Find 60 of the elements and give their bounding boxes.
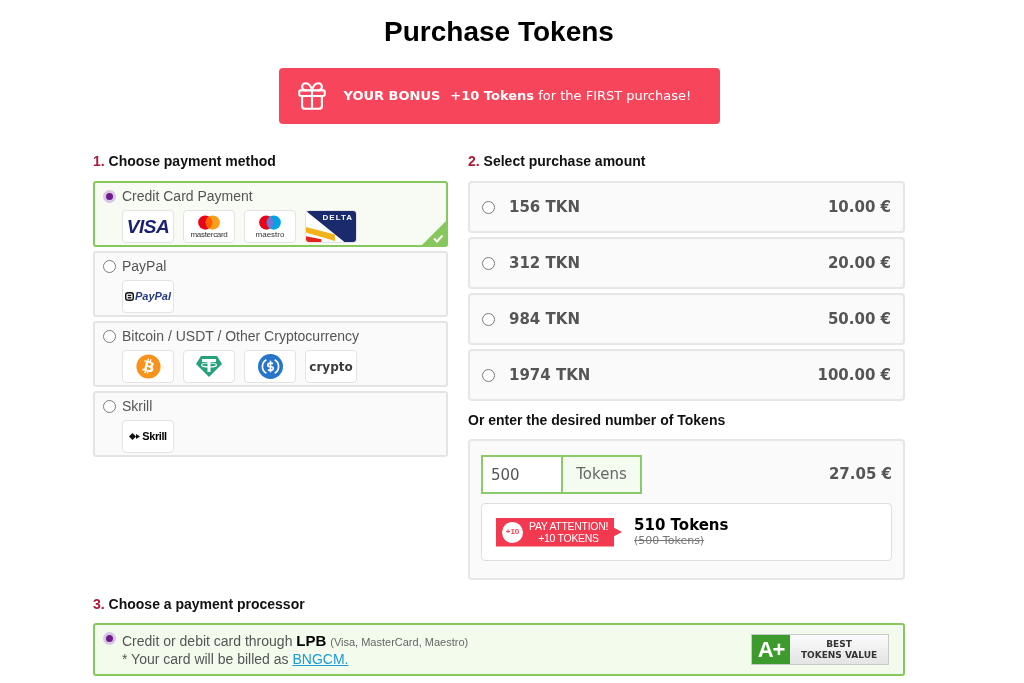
token-amount: 1974 TKN	[509, 364, 591, 386]
token-amount: 156 TKN	[509, 196, 580, 218]
price: 27.05 €	[828, 464, 892, 486]
option-label: Bitcoin / USDT / Other Cryptocurrency	[122, 327, 360, 345]
section-heading: 2. Select purchase amount	[468, 152, 647, 171]
billing-note: * Your card will be billed as BNGCM.	[122, 651, 350, 668]
price: 50.00 €	[827, 308, 891, 330]
payment-option[interactable]: Bitcoin / USDT / Other Cryptocurrency crypto	[93, 321, 448, 387]
radio-button[interactable]	[482, 200, 495, 214]
amount-option[interactable]: 1974 TKN 100.00 €	[468, 349, 905, 401]
radio-button[interactable]	[103, 632, 116, 645]
amount-option[interactable]: 156 TKN 10.00 €	[468, 181, 905, 233]
price: 20.00 €	[827, 252, 891, 274]
section-heading: 1. Choose payment method	[93, 152, 277, 171]
delta-logo: DELTA	[305, 210, 357, 243]
option-label: Credit Card Payment	[122, 187, 253, 205]
option-label: PayPal	[122, 257, 167, 275]
radio-button[interactable]	[482, 312, 495, 326]
payment-option[interactable]: Skrill Skrill	[93, 391, 448, 457]
price: 100.00 €	[817, 364, 891, 386]
token-input[interactable]: 500	[481, 455, 563, 494]
bonus-count: +10	[502, 521, 523, 543]
section-heading: 3. Choose a payment processor	[93, 595, 306, 614]
custom-amount-heading: Or enter the desired number of Tokens	[468, 411, 727, 430]
check-corner-icon	[422, 221, 446, 245]
skrill-logo: Skrill	[122, 420, 174, 453]
usdt-icon	[183, 350, 235, 383]
bonus-label: YOUR BONUS	[343, 87, 441, 106]
attention-subtitle: +10 TOKENS	[538, 532, 599, 544]
bitcoin-icon	[122, 350, 174, 383]
price: 10.00 €	[827, 196, 891, 218]
token-amount: 984 TKN	[509, 308, 580, 330]
bonus-text: +10 Tokens for the FIRST purchase!	[450, 87, 692, 106]
grade-badge: A+	[752, 635, 790, 664]
radio-button[interactable]	[103, 329, 116, 343]
payment-option[interactable]: Credit Card Payment VISA mastercard maestro DELTA	[93, 181, 448, 247]
paypal-logo: PayPal	[122, 280, 174, 313]
radio-button[interactable]	[103, 399, 116, 413]
token-amount: 312 TKN	[509, 252, 580, 274]
visa-logo: VISA	[122, 210, 174, 243]
radio-button[interactable]	[103, 189, 116, 203]
radio-button[interactable]	[482, 256, 495, 270]
total-tokens: 510 Tokens	[634, 516, 729, 534]
best-value-label: BEST TOKENS VALUE	[790, 635, 888, 664]
amount-option[interactable]: 312 TKN 20.00 €	[468, 237, 905, 289]
original-tokens: (500 Tokens)	[634, 534, 706, 548]
processor-description: Credit or debit card through LPB (Visa, MasterCard, Maestro)	[122, 632, 469, 651]
payment-option[interactable]: PayPal PayPal	[93, 251, 448, 317]
crypto-logo: crypto	[305, 350, 357, 383]
attention-title: PAY ATTENTION!	[529, 520, 609, 532]
radio-button[interactable]	[103, 259, 116, 273]
unit-label: Tokens	[563, 455, 642, 494]
amount-option[interactable]: 984 TKN 50.00 €	[468, 293, 905, 345]
option-label: Skrill	[122, 397, 153, 415]
processor-option[interactable]: Credit or debit card through LPB (Visa, MasterCard, Maestro) * Your card will be billed as BNGCM. A+ BEST TOKENS VALUE	[93, 623, 905, 676]
page-title: Purchase Tokens	[384, 15, 614, 49]
mastercard-logo: mastercard	[183, 210, 235, 243]
radio-button[interactable]	[482, 368, 495, 382]
maestro-logo: maestro	[244, 210, 296, 243]
dollar-coin-icon	[244, 350, 296, 383]
